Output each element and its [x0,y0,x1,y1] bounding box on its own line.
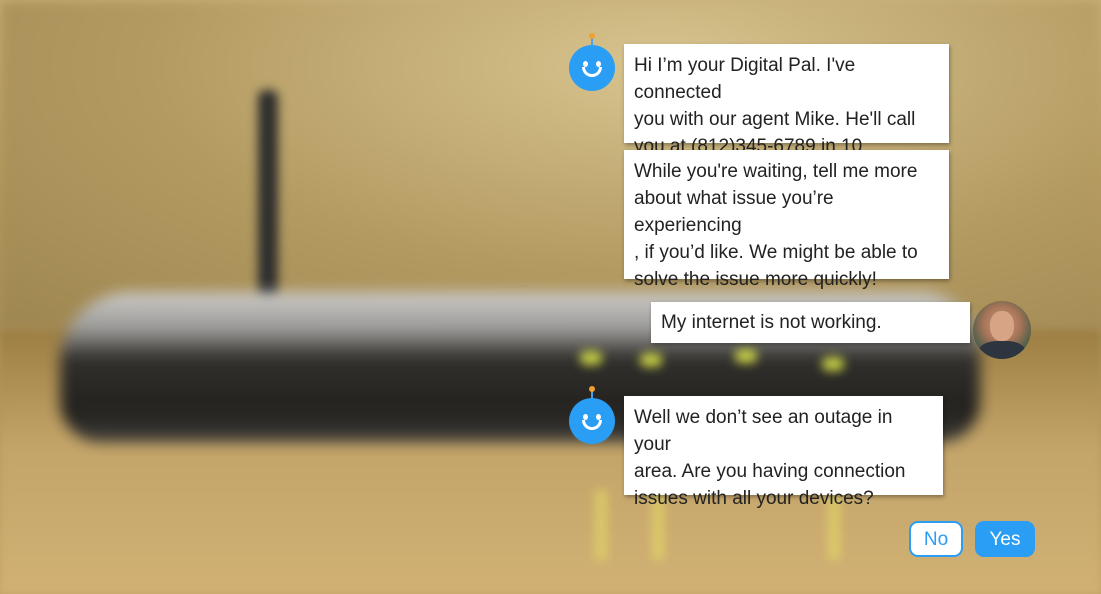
user-message: My internet is not working. [651,302,970,343]
message-line: issues with all your devices? [634,488,874,509]
router-leds [560,345,860,375]
bot-avatar-icon [569,33,615,91]
message-line: Hi I’m your Digital Pal. I've connected [634,55,856,103]
no-button[interactable]: No [909,521,963,557]
message-line: area. Are you having connection [634,461,906,482]
bot-avatar-icon [569,386,615,444]
router-antenna [258,90,278,300]
message-line: While you're waiting, tell me more [634,161,918,182]
bot-message: Well we don’t see an outage in your area… [624,396,943,509]
message-line: about what issue you’re experiencing [634,188,834,236]
bot-message: While you're waiting, tell me more about… [624,150,949,290]
message-line: My internet is not working. [661,312,882,333]
message-line: , if you’d like. We might be able to [634,242,918,263]
message-line: solve the issue more quickly! [634,269,877,290]
yes-button[interactable]: Yes [975,521,1035,557]
message-line: you with our agent Mike. He'll call [634,109,916,130]
message-line: Well we don’t see an outage in your [634,407,893,455]
led-reflection [595,490,607,560]
user-avatar [973,301,1031,359]
bot-message: Hi I’m your Digital Pal. I've connected … [624,44,949,184]
